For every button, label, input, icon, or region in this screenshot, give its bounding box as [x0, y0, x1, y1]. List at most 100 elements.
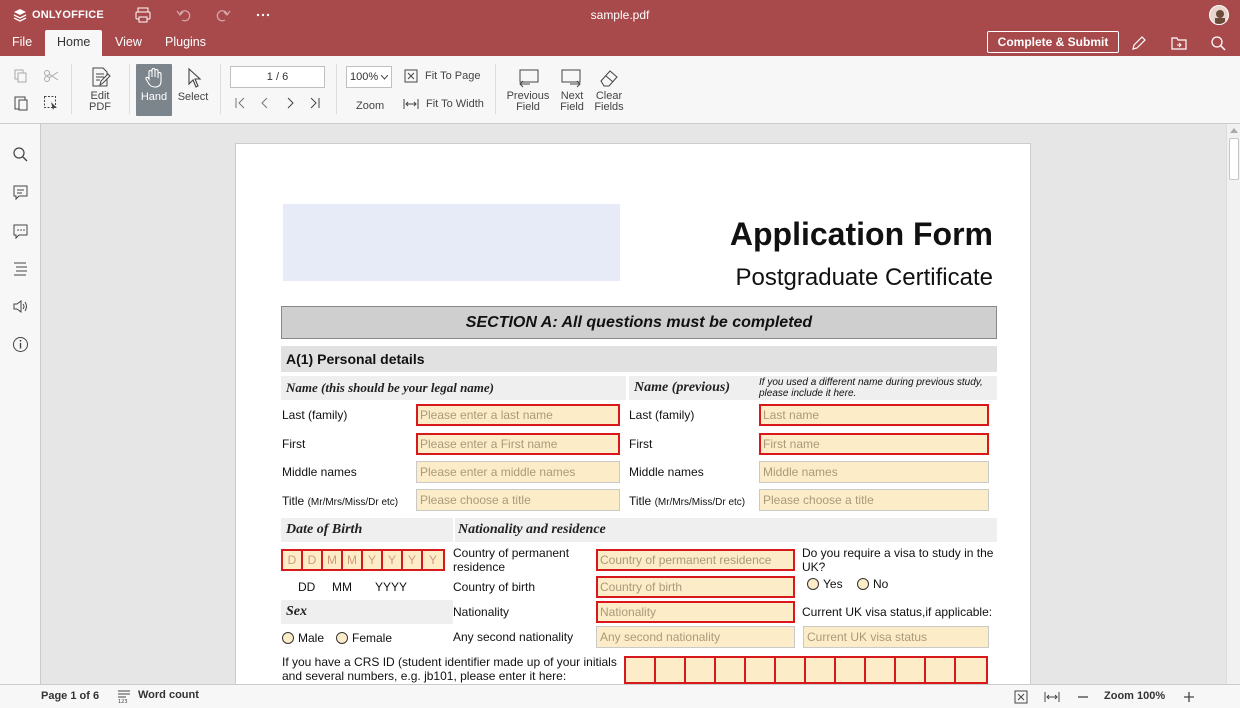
- crs-cell[interactable]: [926, 658, 956, 682]
- crs-cell[interactable]: [866, 658, 896, 682]
- fit-to-width-button[interactable]: Fit To Width: [403, 98, 484, 110]
- visa-no-radio[interactable]: No: [857, 577, 888, 591]
- dob-cell[interactable]: Y: [363, 551, 383, 569]
- headings-navigation-icon[interactable]: [12, 260, 29, 277]
- second-nationality-field[interactable]: Any second nationality: [596, 626, 795, 648]
- country-permanent-label: Country of permanent residence: [453, 546, 570, 574]
- first-page-icon[interactable]: [233, 96, 247, 110]
- edit-pencil-icon[interactable]: [1130, 34, 1148, 52]
- male-label: Male: [298, 631, 325, 645]
- sex-female-radio[interactable]: Female: [336, 631, 392, 645]
- crs-cell[interactable]: [746, 658, 776, 682]
- female-label: Female: [352, 631, 393, 645]
- previous-middle-names-field[interactable]: Middle names: [759, 461, 989, 483]
- crs-cell[interactable]: [806, 658, 836, 682]
- previous-title-select[interactable]: Please choose a title: [759, 489, 989, 511]
- first-name-label: First: [282, 437, 306, 451]
- dob-cell[interactable]: D: [283, 551, 303, 569]
- tab-view[interactable]: View: [103, 30, 154, 56]
- dob-cell[interactable]: D: [303, 551, 323, 569]
- select-all-icon[interactable]: [43, 95, 59, 111]
- next-page-icon[interactable]: [283, 96, 297, 110]
- word-count-button[interactable]: Word count: [138, 689, 199, 701]
- copy-icon[interactable]: [13, 68, 29, 84]
- previous-page-icon[interactable]: [258, 96, 272, 110]
- dob-cell[interactable]: M: [343, 551, 363, 569]
- zoom-out-icon[interactable]: [1077, 691, 1089, 703]
- dob-comb-field[interactable]: D D M M Y Y Y Y: [281, 549, 445, 571]
- vertical-scrollbar[interactable]: [1226, 124, 1240, 684]
- select-tool-button[interactable]: Select: [175, 67, 211, 103]
- zoom-select[interactable]: 100%: [346, 66, 392, 88]
- last-page-icon[interactable]: [308, 96, 322, 110]
- title-select[interactable]: Please choose a title: [416, 489, 620, 511]
- crs-cell[interactable]: [656, 658, 686, 682]
- scroll-up-icon[interactable]: [1230, 127, 1238, 133]
- tab-home[interactable]: Home: [45, 30, 103, 56]
- crs-cell[interactable]: [776, 658, 806, 682]
- title-bar: ONLYOFFICE sample.pdf: [0, 0, 1240, 30]
- dob-cell[interactable]: M: [323, 551, 343, 569]
- open-file-location-icon[interactable]: [1170, 34, 1188, 52]
- comments-icon[interactable]: [12, 184, 29, 201]
- sex-male-radio[interactable]: Male: [282, 631, 324, 645]
- crs-cell[interactable]: [626, 658, 656, 682]
- previous-first-name-field[interactable]: First name: [759, 433, 989, 455]
- toolbar-separator: [220, 64, 221, 114]
- page-number-input[interactable]: 1 / 6: [230, 66, 325, 88]
- next-field-button[interactable]: Next Field: [556, 68, 588, 113]
- fit-to-page-button[interactable]: Fit To Page: [404, 69, 480, 83]
- crs-cell[interactable]: [716, 658, 746, 682]
- tab-file[interactable]: File: [0, 30, 44, 56]
- status-bar: Page 1 of 6 123 Word count Zoom 100%: [0, 684, 1240, 708]
- previous-last-name-label: Last (family): [629, 408, 695, 422]
- edit-pdf-icon: [92, 67, 111, 87]
- tab-plugins[interactable]: Plugins: [153, 30, 218, 56]
- nationality-field[interactable]: Nationality: [596, 601, 795, 623]
- zoom-in-icon[interactable]: [1183, 691, 1195, 703]
- crs-cell[interactable]: [686, 658, 716, 682]
- dob-cell[interactable]: Y: [403, 551, 423, 569]
- crs-cell[interactable]: [896, 658, 926, 682]
- crs-id-comb-field[interactable]: [624, 656, 988, 684]
- search-icon[interactable]: [1209, 34, 1227, 52]
- speaker-icon[interactable]: [12, 298, 29, 315]
- info-icon[interactable]: [12, 336, 29, 353]
- fit-to-page-icon[interactable]: [1014, 690, 1028, 704]
- user-icon: [1215, 10, 1225, 24]
- paste-icon[interactable]: [13, 95, 29, 111]
- hand-tool-button[interactable]: Hand: [136, 64, 172, 116]
- toolbar-separator: [71, 64, 72, 114]
- last-name-field[interactable]: Please enter a last name: [416, 404, 620, 426]
- visa-status-field[interactable]: Current UK visa status: [803, 626, 989, 648]
- dob-dd-label: DD: [298, 580, 316, 594]
- left-sidebar: [0, 124, 41, 684]
- visa-no-label: No: [873, 577, 889, 591]
- previous-field-button[interactable]: Previous Field: [506, 68, 550, 113]
- radio-dot: [857, 578, 869, 590]
- previous-last-name-field[interactable]: Last name: [759, 404, 989, 426]
- visa-yes-radio[interactable]: Yes: [807, 577, 843, 591]
- visa-yes-label: Yes: [823, 577, 843, 591]
- crs-cell[interactable]: [956, 658, 986, 682]
- user-avatar[interactable]: [1209, 5, 1229, 25]
- complete-submit-button[interactable]: Complete & Submit: [987, 31, 1119, 53]
- clear-fields-button[interactable]: Clear Fields: [592, 68, 626, 113]
- scrollbar-thumb[interactable]: [1229, 138, 1239, 180]
- cursor-icon: [188, 67, 202, 88]
- page-indicator: Page 1 of 6: [41, 690, 100, 702]
- search-icon[interactable]: [12, 146, 29, 163]
- cut-icon[interactable]: [43, 68, 59, 84]
- edit-pdf-button[interactable]: Edit PDF: [84, 66, 116, 113]
- country-birth-field[interactable]: Country of birth: [596, 576, 795, 598]
- dob-cell[interactable]: Y: [423, 551, 443, 569]
- middle-names-field[interactable]: Please enter a middle names: [416, 461, 620, 483]
- chat-icon[interactable]: [12, 222, 29, 239]
- first-name-field[interactable]: Please enter a First name: [416, 433, 620, 455]
- last-name-label: Last (family): [282, 408, 348, 422]
- crs-cell[interactable]: [836, 658, 866, 682]
- fit-to-width-icon[interactable]: [1044, 691, 1060, 703]
- country-permanent-field[interactable]: Country of permanent residence: [596, 549, 795, 571]
- dob-cell[interactable]: Y: [383, 551, 403, 569]
- title-label: Title (Mr/Mrs/Miss/Dr etc): [282, 494, 398, 508]
